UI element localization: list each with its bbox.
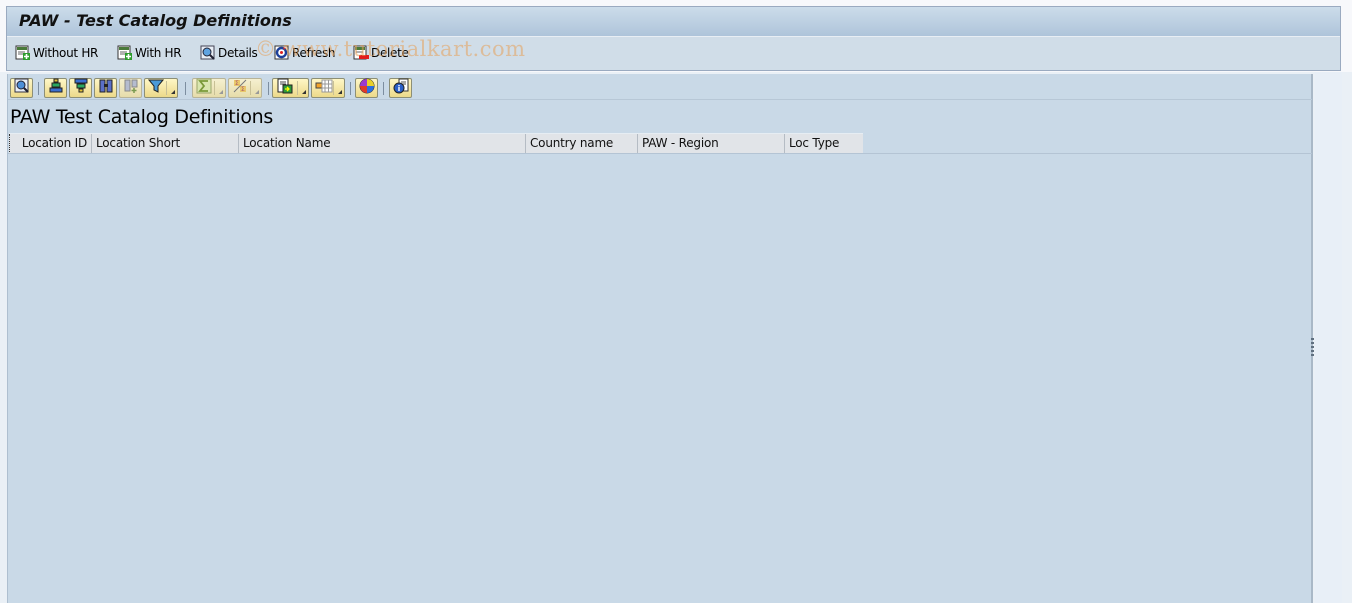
sort-ascending-button[interactable] (44, 78, 67, 98)
column-header-location-id[interactable]: Location ID (9, 134, 92, 154)
magnifier-icon (14, 78, 30, 98)
toolbar-separator (38, 82, 39, 95)
info-icon (393, 78, 409, 98)
details-label: Details (218, 46, 258, 60)
dropdown-arrow-icon[interactable] (255, 90, 259, 94)
binoculars-icon (98, 78, 114, 98)
docking-area (1315, 72, 1342, 603)
total-button[interactable] (192, 78, 226, 98)
find-next-icon (123, 78, 139, 98)
toolbar-separator (383, 82, 384, 95)
title-bar: PAW - Test Catalog Definitions (7, 7, 1340, 37)
find-button[interactable] (94, 78, 117, 98)
application-toolbar: Without HR With HR Details Refresh Delet… (7, 37, 1340, 70)
delete-label: Delete (371, 46, 409, 60)
toolbar-separator (268, 82, 269, 95)
export-button[interactable] (272, 78, 309, 98)
sort-ascending-icon (48, 78, 64, 98)
delete-icon (353, 45, 369, 61)
without-hr-label: Without HR (33, 46, 99, 60)
layout-button[interactable] (311, 78, 345, 98)
filter-button[interactable] (144, 78, 178, 98)
window-title: PAW - Test Catalog Definitions (19, 11, 292, 30)
filter-icon (147, 78, 165, 98)
column-headers: Location ID Location Short Location Name… (9, 133, 863, 154)
column-header-location-short[interactable]: Location Short (92, 134, 239, 154)
dropdown-divider (250, 81, 251, 95)
chart-icon (359, 78, 375, 98)
details-button[interactable]: Details (200, 44, 258, 62)
dropdown-divider (333, 81, 334, 95)
sigma-icon (196, 78, 212, 98)
subtotal-icon: ΣΣ (232, 78, 248, 98)
refresh-button[interactable]: Refresh (274, 44, 336, 62)
grid-body-empty (8, 154, 1312, 603)
svg-text:Σ: Σ (235, 80, 239, 87)
refresh-label: Refresh (292, 46, 336, 60)
column-header-location-name[interactable]: Location Name (239, 134, 526, 154)
svg-text:Σ: Σ (241, 86, 245, 93)
dropdown-arrow-icon[interactable] (338, 90, 342, 94)
export-icon (277, 78, 293, 98)
dropdown-divider (166, 81, 167, 95)
column-header-country-name[interactable]: Country name (526, 134, 638, 154)
splitter-handle[interactable] (1310, 338, 1316, 358)
subtotals-button[interactable]: ΣΣ (228, 78, 262, 98)
details-view-button[interactable] (10, 78, 33, 98)
info-button[interactable] (389, 78, 412, 98)
refresh-icon (274, 45, 290, 61)
column-header-loc-type[interactable]: Loc Type (785, 134, 863, 154)
without-hr-button[interactable]: Without HR (15, 44, 98, 62)
layout-icon (315, 78, 333, 98)
sap-window-header: PAW - Test Catalog Definitions Without H… (6, 6, 1341, 71)
alv-toolbar: ΣΣ (8, 74, 1312, 100)
dropdown-arrow-icon[interactable] (219, 90, 223, 94)
main-area: ΣΣ PAW Test Catalog Definitions Location… (0, 72, 1352, 603)
graphic-button[interactable] (355, 78, 378, 98)
sort-descending-icon (73, 78, 89, 98)
with-hr-label: With HR (135, 46, 182, 60)
dropdown-divider (214, 81, 215, 95)
toolbar-separator (350, 82, 351, 95)
dropdown-divider (297, 81, 298, 95)
column-header-paw-region[interactable]: PAW - Region (638, 134, 785, 154)
create-icon (15, 45, 31, 61)
details-icon (200, 45, 216, 61)
dropdown-arrow-icon[interactable] (302, 90, 306, 94)
dropdown-arrow-icon[interactable] (171, 90, 175, 94)
with-hr-button[interactable]: With HR (117, 44, 182, 62)
toolbar-separator (185, 82, 186, 95)
create-icon (117, 45, 133, 61)
alv-container: ΣΣ PAW Test Catalog Definitions Location… (7, 74, 1313, 603)
delete-button[interactable]: Delete (353, 44, 409, 62)
find-next-button[interactable] (119, 78, 142, 98)
list-title: PAW Test Catalog Definitions (10, 106, 273, 128)
sort-descending-button[interactable] (69, 78, 92, 98)
